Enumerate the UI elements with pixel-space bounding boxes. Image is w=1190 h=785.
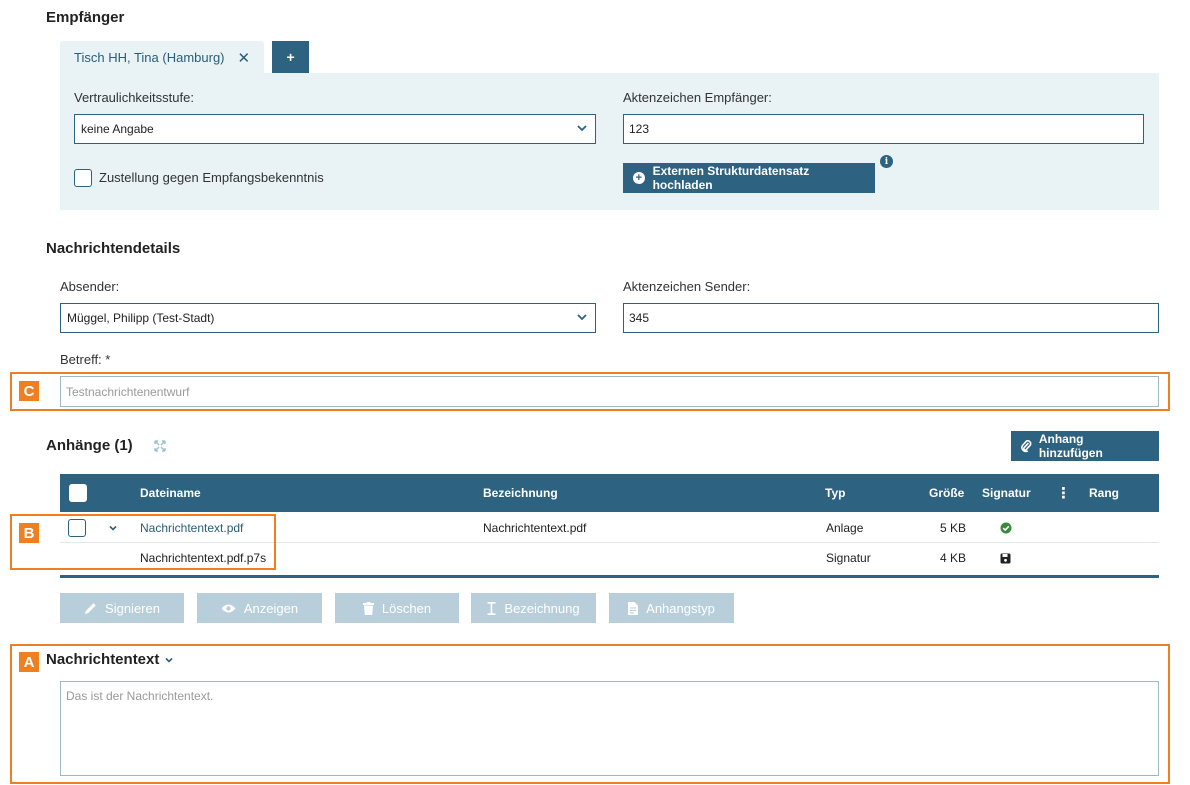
- attachment-description: Nachrichtentext.pdf: [483, 520, 587, 535]
- rename-button[interactable]: Bezeichnung: [471, 593, 596, 623]
- attachment-type-button[interactable]: Anhangstyp: [609, 593, 734, 623]
- column-size[interactable]: Größe: [929, 474, 964, 512]
- recipient-tab[interactable]: Tisch HH, Tina (Hamburg) ✕: [60, 41, 265, 74]
- upload-structured-data-button[interactable]: + Externen Strukturdatensatz hochladen: [623, 163, 875, 193]
- sign-button[interactable]: Signieren: [60, 593, 184, 623]
- column-signature[interactable]: Signatur: [982, 474, 1031, 512]
- signature-type: Signatur: [826, 551, 871, 565]
- confidentiality-label: Vertraulichkeitsstufe:: [74, 90, 194, 105]
- column-filename[interactable]: Dateiname: [140, 474, 201, 512]
- sender-value: Müggel, Philipp (Test-Stadt): [67, 311, 215, 325]
- annotation-a-badge: A: [19, 652, 39, 672]
- column-rank[interactable]: Rang: [1089, 474, 1119, 512]
- table-bottom-border: [60, 575, 1159, 578]
- pen-icon: [85, 602, 96, 614]
- upload-button-label: Externen Strukturdatensatz hochladen: [652, 164, 810, 192]
- view-button[interactable]: Anzeigen: [197, 593, 322, 623]
- recipient-reference-input[interactable]: 123: [623, 114, 1144, 144]
- sign-button-label: Signieren: [105, 600, 160, 616]
- delete-button-label: Löschen: [381, 600, 432, 616]
- annotation-a-box: [10, 644, 1170, 784]
- annotation-b-badge: B: [19, 523, 39, 543]
- sender-label: Absender:: [60, 279, 120, 294]
- add-attachment-button[interactable]: Anhang hinzufügen: [1011, 431, 1159, 461]
- attachments-table-header: Dateiname Bezeichnung Typ Größe Signatur…: [60, 474, 1159, 512]
- rename-button-label: Bezeichnung: [504, 600, 580, 616]
- check-circle-icon: [1000, 522, 1012, 533]
- view-button-label: Anzeigen: [243, 600, 299, 616]
- recipients-heading: Empfänger: [46, 9, 125, 26]
- recipient-reference-label: Aktenzeichen Empfänger:: [623, 90, 772, 105]
- column-description[interactable]: Bezeichnung: [483, 474, 558, 512]
- subject-label: Betreff: *: [60, 352, 111, 367]
- sender-select[interactable]: Müggel, Philipp (Test-Stadt): [60, 303, 596, 333]
- paperclip-icon: [1021, 439, 1032, 452]
- recipient-tab-label: Tisch HH, Tina (Hamburg): [74, 50, 225, 65]
- annotation-b-box: [10, 514, 276, 570]
- chevron-down-icon: [577, 314, 587, 321]
- column-type[interactable]: Typ: [825, 474, 845, 512]
- message-details-heading: Nachrichtendetails: [46, 240, 181, 257]
- recipient-tabbar: Tisch HH, Tina (Hamburg) ✕ +: [60, 41, 310, 74]
- acknowledgement-checkbox[interactable]: [74, 169, 92, 187]
- delete-button[interactable]: Löschen: [335, 593, 459, 623]
- file-icon: [628, 601, 639, 615]
- add-recipient-button[interactable]: +: [272, 41, 310, 73]
- trash-icon: [362, 601, 374, 615]
- attachment-size: 5 KB: [940, 520, 967, 535]
- plus-circle-icon: +: [633, 172, 645, 184]
- confidentiality-value: keine Angabe: [81, 122, 154, 136]
- confidentiality-select[interactable]: keine Angabe: [74, 114, 596, 144]
- annotation-c-box: [10, 372, 1170, 411]
- chevron-down-icon: [577, 125, 587, 132]
- sender-reference-label: Aktenzeichen Sender:: [623, 279, 751, 294]
- expand-icon[interactable]: [154, 440, 166, 452]
- info-icon[interactable]: i: [880, 155, 893, 168]
- attachment-type: Anlage: [826, 520, 864, 535]
- column-menu-icon[interactable]: ⋮: [1056, 474, 1071, 512]
- attachment-type-button-label: Anhangstyp: [646, 600, 715, 616]
- close-icon[interactable]: ✕: [238, 49, 251, 67]
- save-icon[interactable]: [1000, 553, 1011, 564]
- signature-size: 4 KB: [940, 551, 967, 565]
- annotation-c-badge: C: [19, 381, 39, 401]
- eye-icon: [221, 604, 236, 612]
- attachments-heading: Anhänge (1): [46, 437, 133, 454]
- text-cursor-icon: [487, 601, 496, 615]
- select-all-checkbox[interactable]: [69, 484, 87, 502]
- sender-reference-input[interactable]: 345: [623, 303, 1159, 333]
- acknowledgement-label: Zustellung gegen Empfangsbekenntnis: [99, 170, 324, 185]
- add-attachment-label: Anhang hinzufügen: [1038, 432, 1103, 460]
